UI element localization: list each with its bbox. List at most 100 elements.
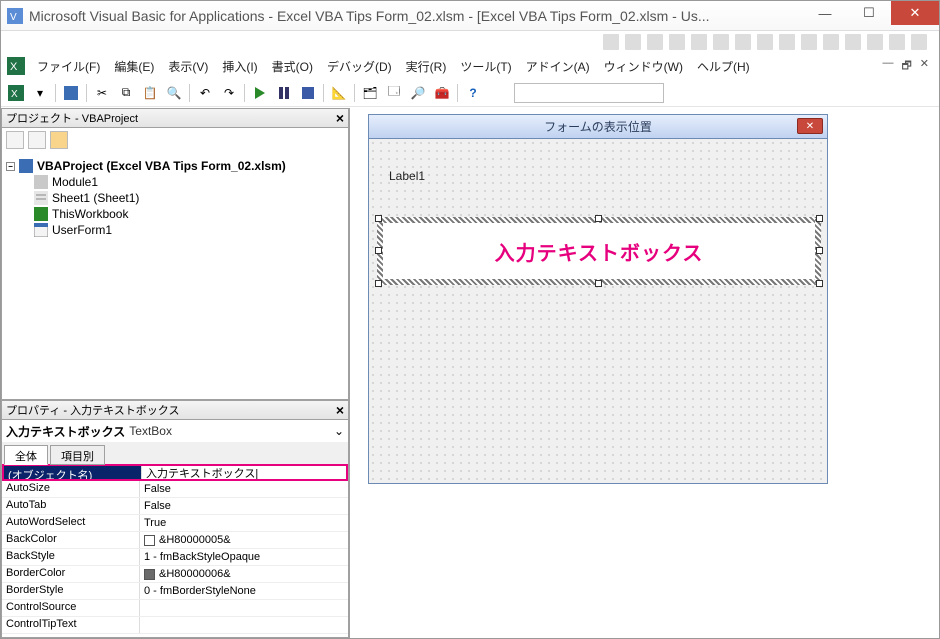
- property-value[interactable]: 入力テキストボックス|: [142, 466, 346, 479]
- reset-icon[interactable]: [297, 82, 319, 104]
- tree-item-label: ThisWorkbook: [52, 207, 128, 221]
- run-icon[interactable]: [249, 82, 271, 104]
- break-icon[interactable]: [273, 82, 295, 104]
- disabled-icon: [647, 34, 663, 50]
- help-icon[interactable]: ?: [462, 82, 484, 104]
- menu-addins[interactable]: アドイン(A): [520, 56, 596, 77]
- menu-insert[interactable]: 挿入(I): [216, 56, 263, 77]
- property-name: AutoWordSelect: [2, 515, 140, 531]
- resize-handle[interactable]: [595, 280, 602, 287]
- workbook-icon: [34, 207, 48, 221]
- object-browser-icon[interactable]: 🔎: [407, 82, 429, 104]
- properties-window-close-icon[interactable]: ×: [336, 402, 344, 418]
- project-explorer-tree[interactable]: − VBAProject (Excel VBA Tips Form_02.xls…: [1, 152, 349, 400]
- toolbox-icon[interactable]: 🧰: [431, 82, 453, 104]
- insert-module-dropdown-icon[interactable]: ▾: [29, 82, 51, 104]
- resize-handle[interactable]: [816, 247, 823, 254]
- menu-run[interactable]: 実行(R): [400, 56, 453, 77]
- view-code-icon[interactable]: [6, 131, 24, 149]
- property-value[interactable]: 0 - fmBorderStyleNone: [140, 583, 348, 599]
- property-value[interactable]: True: [140, 515, 348, 531]
- project-explorer-title: プロジェクト - VBAProject: [6, 110, 138, 126]
- mdi-minimize[interactable]: —: [880, 57, 895, 76]
- menu-format[interactable]: 書式(O): [266, 56, 319, 77]
- color-swatch-icon: [144, 569, 155, 580]
- property-value[interactable]: &H80000005&: [140, 532, 348, 548]
- menu-file[interactable]: ファイル(F): [31, 56, 106, 77]
- resize-handle[interactable]: [595, 215, 602, 222]
- property-row[interactable]: AutoTabFalse: [2, 498, 348, 515]
- tree-project-root[interactable]: − VBAProject (Excel VBA Tips Form_02.xls…: [6, 158, 344, 174]
- resize-handle[interactable]: [375, 215, 382, 222]
- view-excel-icon[interactable]: X: [5, 82, 27, 104]
- toggle-folders-icon[interactable]: [50, 131, 68, 149]
- userform-preview[interactable]: フォームの表示位置 ✕ Label1 入力テキストボックス: [368, 114, 828, 484]
- tree-item-sheet[interactable]: Sheet1 (Sheet1): [34, 190, 344, 206]
- cut-icon[interactable]: ✂: [91, 82, 113, 104]
- property-value[interactable]: False: [140, 481, 348, 497]
- tree-item-module[interactable]: Module1: [34, 174, 344, 190]
- userform-caption: フォームの表示位置: [544, 118, 652, 135]
- collapse-icon[interactable]: −: [6, 162, 15, 171]
- project-explorer-icon[interactable]: 🗂: [359, 82, 381, 104]
- menu-debug[interactable]: デバッグ(D): [321, 56, 398, 77]
- copy-icon[interactable]: ⧉: [115, 82, 137, 104]
- mdi-close[interactable]: ✕: [918, 57, 931, 76]
- property-row[interactable]: BackColor&H80000005&: [2, 532, 348, 549]
- properties-object-selector[interactable]: 入力テキストボックス TextBox ⌄: [1, 420, 349, 442]
- minimize-button[interactable]: —: [803, 1, 847, 25]
- mdi-restore[interactable]: 🗗: [899, 57, 913, 76]
- resize-handle[interactable]: [816, 280, 823, 287]
- property-value[interactable]: [140, 617, 348, 633]
- find-icon[interactable]: 🔍: [163, 82, 185, 104]
- close-button[interactable]: ✕: [891, 1, 939, 25]
- chevron-down-icon[interactable]: ⌄: [334, 424, 344, 438]
- module-icon: [34, 175, 48, 189]
- menu-tools[interactable]: ツール(T): [454, 56, 517, 77]
- design-mode-icon[interactable]: 📐: [328, 82, 350, 104]
- properties-grid[interactable]: (オブジェクト名)入力テキストボックス|AutoSizeFalseAutoTab…: [1, 464, 349, 638]
- property-value[interactable]: &H80000006&: [140, 566, 348, 582]
- userform-close-icon[interactable]: ✕: [797, 118, 823, 134]
- property-value[interactable]: False: [140, 498, 348, 514]
- paste-icon[interactable]: 📋: [139, 82, 161, 104]
- form-designer-area[interactable]: フォームの表示位置 ✕ Label1 入力テキストボックス: [350, 108, 939, 638]
- redo-icon[interactable]: ↷: [218, 82, 240, 104]
- excel-icon[interactable]: X: [7, 57, 25, 75]
- svg-text:X: X: [10, 61, 18, 73]
- property-row[interactable]: BorderStyle0 - fmBorderStyleNone: [2, 583, 348, 600]
- resize-handle[interactable]: [375, 247, 382, 254]
- undo-icon[interactable]: ↶: [194, 82, 216, 104]
- tab-alphabetic[interactable]: 全体: [4, 445, 48, 465]
- property-row[interactable]: AutoSizeFalse: [2, 481, 348, 498]
- menu-view[interactable]: 表示(V): [162, 56, 214, 77]
- property-row[interactable]: BackStyle1 - fmBackStyleOpaque: [2, 549, 348, 566]
- vba-app-icon: V: [7, 8, 23, 24]
- property-row[interactable]: ControlSource: [2, 600, 348, 617]
- property-row[interactable]: BorderColor&H80000006&: [2, 566, 348, 583]
- resize-handle[interactable]: [816, 215, 823, 222]
- tree-item-workbook[interactable]: ThisWorkbook: [34, 206, 344, 222]
- properties-window-icon[interactable]: 🗔: [383, 82, 405, 104]
- disabled-icon: [603, 34, 619, 50]
- property-row[interactable]: AutoWordSelectTrue: [2, 515, 348, 532]
- position-combo[interactable]: [514, 83, 664, 103]
- form-icon: [34, 223, 48, 237]
- label1-control[interactable]: Label1: [389, 169, 425, 183]
- menu-window[interactable]: ウィンドウ(W): [598, 56, 689, 77]
- project-explorer-close-icon[interactable]: ×: [336, 110, 344, 126]
- property-value[interactable]: 1 - fmBackStyleOpaque: [140, 549, 348, 565]
- property-value[interactable]: [140, 600, 348, 616]
- textbox-control-selected[interactable]: 入力テキストボックス: [383, 223, 815, 279]
- property-row[interactable]: ControlTipText: [2, 617, 348, 634]
- standard-toolbar: X ▾ ✂ ⧉ 📋 🔍 ↶ ↷ 📐 🗂 🗔 🔎 🧰 ?: [1, 79, 939, 107]
- resize-handle[interactable]: [375, 280, 382, 287]
- menu-help[interactable]: ヘルプ(H): [691, 56, 756, 77]
- menu-edit[interactable]: 編集(E): [108, 56, 160, 77]
- tab-categorized[interactable]: 項目別: [50, 445, 105, 465]
- property-row[interactable]: (オブジェクト名)入力テキストボックス|: [2, 464, 348, 481]
- tree-item-userform[interactable]: UserForm1: [34, 222, 344, 238]
- view-object-icon[interactable]: [28, 131, 46, 149]
- maximize-button[interactable]: ☐: [847, 1, 891, 25]
- save-icon[interactable]: [60, 82, 82, 104]
